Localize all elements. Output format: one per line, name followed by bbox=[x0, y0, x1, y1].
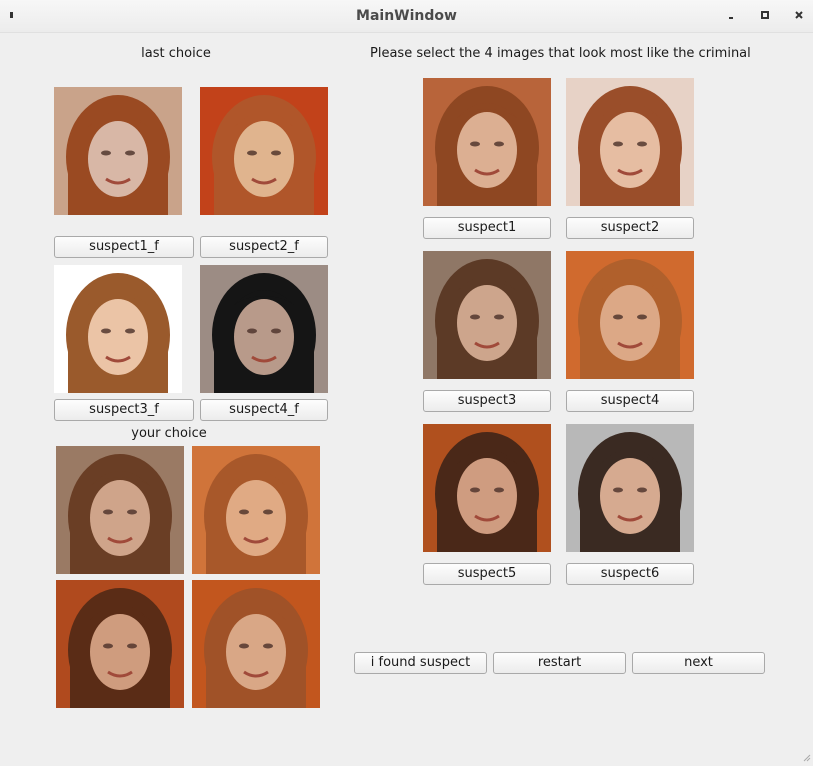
suspect6-button[interactable]: suspect6 bbox=[566, 563, 694, 585]
suspect6-photo[interactable] bbox=[566, 424, 694, 552]
last-choice-label: last choice bbox=[141, 46, 211, 61]
last-choice-photo-2 bbox=[200, 87, 328, 215]
window-title: MainWindow bbox=[356, 8, 457, 24]
found-suspect-button[interactable]: i found suspect bbox=[354, 652, 487, 674]
suspect3-photo[interactable] bbox=[423, 251, 551, 379]
suspect2-button[interactable]: suspect2 bbox=[566, 217, 694, 239]
suspect1-photo[interactable] bbox=[423, 78, 551, 206]
last-choice-photo-1 bbox=[54, 87, 182, 215]
resize-grip-icon[interactable] bbox=[801, 751, 811, 762]
last-choice-photo-4 bbox=[200, 265, 328, 393]
title-bar: MainWindow bbox=[0, 0, 813, 33]
your-choice-photo-3 bbox=[56, 580, 184, 708]
restart-button[interactable]: restart bbox=[493, 652, 626, 674]
suspect4-f-button[interactable]: suspect4_f bbox=[200, 399, 328, 421]
your-choice-photo-2 bbox=[192, 446, 320, 574]
suspect4-button[interactable]: suspect4 bbox=[566, 390, 694, 412]
minimize-icon[interactable] bbox=[722, 6, 740, 24]
suspect5-photo[interactable] bbox=[423, 424, 551, 552]
suspect1-button[interactable]: suspect1 bbox=[423, 217, 551, 239]
instruction-label: Please select the 4 images that look mos… bbox=[370, 46, 751, 61]
suspect2-f-button[interactable]: suspect2_f bbox=[200, 236, 328, 258]
suspect3-f-button[interactable]: suspect3_f bbox=[54, 399, 194, 421]
your-choice-photo-4 bbox=[192, 580, 320, 708]
close-icon[interactable] bbox=[790, 6, 808, 24]
last-choice-photo-3 bbox=[54, 265, 182, 393]
suspect3-button[interactable]: suspect3 bbox=[423, 390, 551, 412]
suspect2-photo[interactable] bbox=[566, 78, 694, 206]
your-choice-photo-1 bbox=[56, 446, 184, 574]
suspect5-button[interactable]: suspect5 bbox=[423, 563, 551, 585]
suspect4-photo[interactable] bbox=[566, 251, 694, 379]
maximize-icon[interactable] bbox=[756, 6, 774, 24]
suspect1-f-button[interactable]: suspect1_f bbox=[54, 236, 194, 258]
next-button[interactable]: next bbox=[632, 652, 765, 674]
your-choice-label: your choice bbox=[131, 426, 207, 441]
